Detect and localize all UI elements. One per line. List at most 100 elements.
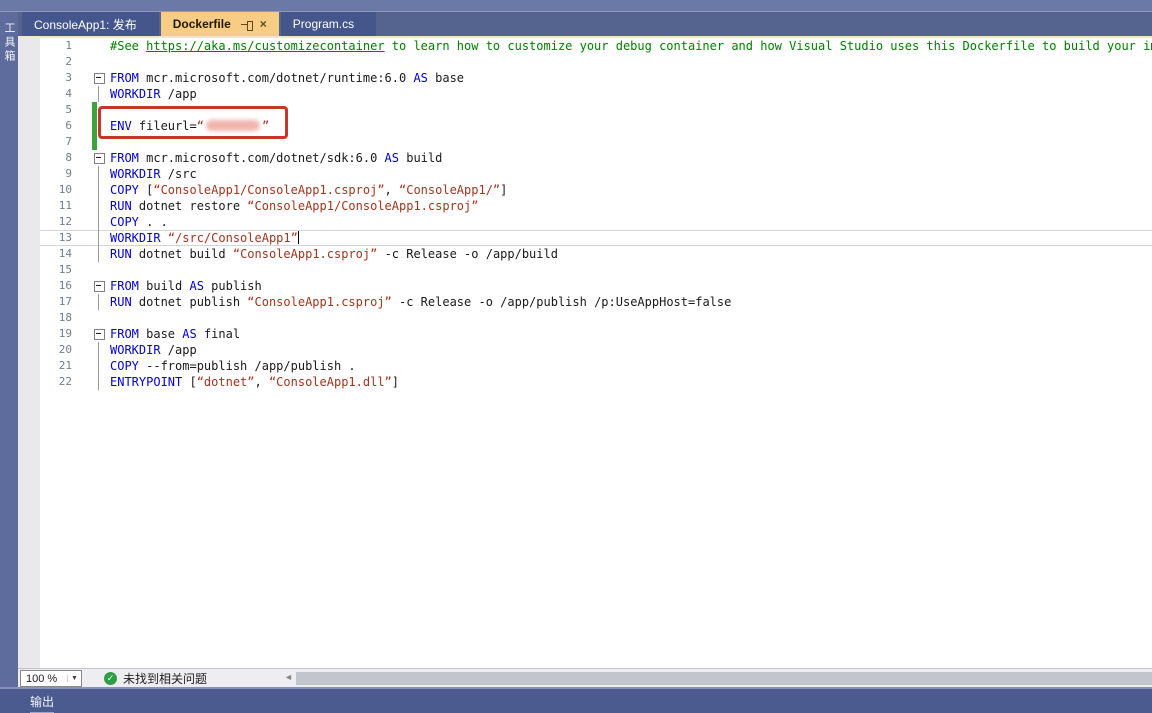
code-token: [	[182, 375, 196, 389]
code-token: mcr.microsoft.com/dotnet/runtime:6.0	[139, 71, 414, 85]
fold-collapse-icon[interactable]	[94, 278, 110, 294]
sidebar-item-toolbox[interactable]: 工具箱	[0, 18, 18, 64]
horizontal-scrollbar-thumb[interactable]	[296, 672, 1152, 685]
output-panel-title[interactable]: 输出	[30, 693, 54, 713]
code-line-17[interactable]: 17RUN dotnet publish “ConsoleApp1.csproj…	[40, 294, 1152, 310]
code-line-16[interactable]: 16FROM build AS publish	[40, 278, 1152, 294]
code-token: RUN	[110, 247, 132, 261]
code-line-11[interactable]: 11RUN dotnet restore “ConsoleApp1/Consol…	[40, 198, 1152, 214]
line-number: 3	[40, 70, 94, 86]
scroll-left-icon[interactable]: ◄	[284, 672, 293, 682]
code-line-8[interactable]: 8FROM mcr.microsoft.com/dotnet/sdk:6.0 A…	[40, 150, 1152, 166]
code-line-21[interactable]: 21COPY --from=publish /app/publish .	[40, 358, 1152, 374]
code-token: RUN	[110, 199, 132, 213]
fold-collapse-icon[interactable]	[94, 326, 110, 342]
code-token: “ConsoleApp1.csproj”	[247, 295, 392, 309]
zoom-level-dropdown[interactable]: 100 % ▼	[20, 670, 82, 687]
fold-spacer	[94, 310, 110, 326]
code-token: “ConsoleApp1/”	[399, 183, 500, 197]
fold-collapse-icon[interactable]	[94, 70, 110, 86]
code-token: ]	[500, 183, 507, 197]
pin-icon[interactable]	[241, 19, 252, 30]
code-text: RUN dotnet restore “ConsoleApp1/ConsoleA…	[110, 198, 478, 214]
code-token: ,	[385, 183, 399, 197]
code-text: #See https://aka.ms/customizecontainer t…	[110, 38, 1152, 54]
close-icon[interactable]: ×	[260, 19, 267, 30]
code-line-1[interactable]: 1#See https://aka.ms/customizecontainer …	[40, 38, 1152, 54]
tab-consoleapp1-publish[interactable]: ConsoleApp1: 发布	[22, 12, 159, 36]
comment-link[interactable]: https://aka.ms/customizecontainer	[146, 39, 384, 53]
code-token: build	[399, 151, 442, 165]
health-message: 未找到相关问题	[123, 670, 207, 687]
line-number: 20	[40, 342, 94, 358]
code-line-10[interactable]: 10COPY [“ConsoleApp1/ConsoleApp1.csproj”…	[40, 182, 1152, 198]
code-line-14[interactable]: 14RUN dotnet build “ConsoleApp1.csproj” …	[40, 246, 1152, 262]
code-token: WORKDIR	[110, 87, 161, 101]
tab-label: Dockerfile	[173, 17, 231, 31]
code-text: RUN dotnet build “ConsoleApp1.csproj” -c…	[110, 246, 558, 262]
line-number: 12	[40, 214, 94, 230]
code-line-20[interactable]: 20 WORKDIR /app	[40, 342, 1152, 358]
code-text: RUN dotnet publish “ConsoleApp1.csproj” …	[110, 294, 731, 310]
code-token: base	[139, 327, 182, 341]
line-number: 4	[40, 86, 94, 102]
code-token: [	[139, 183, 153, 197]
line-number: 7	[40, 134, 94, 150]
toolbox-label: 工具箱	[1, 22, 17, 64]
code-text: COPY --from=publish /app/publish .	[110, 358, 356, 374]
tab-program-cs[interactable]: Program.cs	[281, 12, 376, 36]
tab-dockerfile[interactable]: Dockerfile ×	[161, 12, 279, 36]
code-line-4[interactable]: 4 WORKDIR /app	[40, 86, 1152, 102]
code-token: -c Release -o /app/publish /p:UseAppHost…	[392, 295, 732, 309]
editor-gutter	[18, 38, 40, 668]
code-token: WORKDIR	[110, 167, 161, 181]
code-line-19[interactable]: 19FROM base AS final	[40, 326, 1152, 342]
code-line-9[interactable]: 9WORKDIR /src	[40, 166, 1152, 182]
code-text: COPY . .	[110, 214, 168, 230]
code-line-15[interactable]: 15	[40, 262, 1152, 278]
code-token: FROM	[110, 327, 139, 341]
code-token	[161, 231, 168, 245]
line-number: 5	[40, 102, 94, 118]
code-text: WORKDIR /src	[110, 166, 197, 182]
line-number: 13	[40, 230, 94, 246]
code-token: ENTRYPOINT	[110, 375, 182, 389]
code-line-3[interactable]: 3 FROM mcr.microsoft.com/dotnet/runtime:6…	[40, 70, 1152, 86]
code-area[interactable]: 1#See https://aka.ms/customizecontainer …	[40, 38, 1152, 668]
editor[interactable]: 1#See https://aka.ms/customizecontainer …	[18, 38, 1152, 668]
document-health-indicator[interactable]: ✓ 未找到相关问题	[104, 669, 207, 688]
output-panel-header: 输出	[0, 687, 1152, 713]
code-token: COPY	[110, 183, 139, 197]
tab-label: ConsoleApp1: 发布	[34, 16, 137, 33]
code-token: “ConsoleApp1/ConsoleApp1.csproj”	[247, 199, 478, 213]
code-line-12[interactable]: 12 COPY . .	[40, 214, 1152, 230]
code-token: /app	[161, 87, 197, 101]
code-text: FROM base AS final	[110, 326, 240, 342]
code-token: RUN	[110, 295, 132, 309]
code-token: -c Release -o /app/build	[377, 247, 558, 261]
code-token: ]	[392, 375, 399, 389]
code-line-2[interactable]: 2	[40, 54, 1152, 70]
code-token: “ConsoleApp1.csproj”	[233, 247, 378, 261]
code-text: WORKDIR /app	[110, 342, 197, 358]
code-token: AS	[385, 151, 399, 165]
tab-label: Program.cs	[293, 17, 354, 31]
fold-guide-line	[94, 246, 110, 262]
code-token: #See	[110, 39, 146, 53]
code-line-18[interactable]: 18	[40, 310, 1152, 326]
fold-guide-line	[94, 374, 110, 390]
chevron-down-icon: ▼	[67, 675, 81, 682]
fold-collapse-icon[interactable]	[94, 150, 110, 166]
code-token: AS	[189, 279, 203, 293]
code-token: COPY	[110, 359, 139, 373]
code-line-22[interactable]: 22ENTRYPOINT [“dotnet”, “ConsoleApp1.dll…	[40, 374, 1152, 390]
code-text: WORKDIR “/src/ConsoleApp1”	[110, 230, 299, 246]
window-top-strip	[0, 0, 1152, 12]
code-line-13[interactable]: 13 WORKDIR “/src/ConsoleApp1”	[40, 230, 1152, 246]
code-token: /src	[161, 167, 197, 181]
left-dock-strip: 工具箱	[0, 12, 18, 687]
code-token: publish	[204, 279, 262, 293]
code-token: /app	[161, 343, 197, 357]
code-text: FROM mcr.microsoft.com/dotnet/runtime:6.…	[110, 70, 464, 86]
line-number: 6	[40, 118, 94, 134]
